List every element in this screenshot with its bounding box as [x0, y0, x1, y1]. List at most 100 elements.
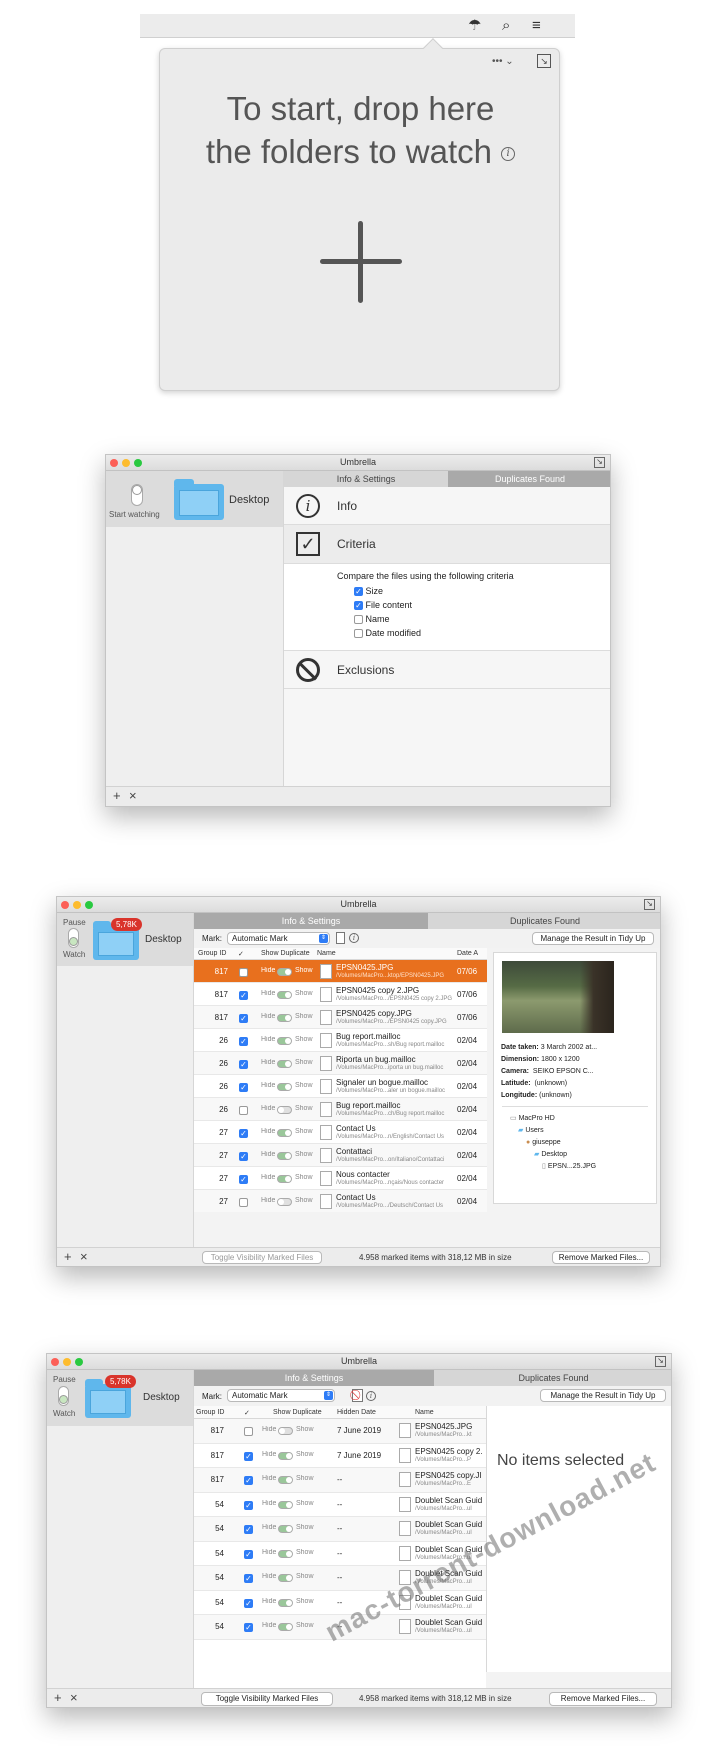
tab-duplicates-found[interactable]: Duplicates Found — [428, 913, 660, 929]
col-show-duplicate[interactable]: Show Duplicate — [273, 1409, 322, 1416]
watch-toggle[interactable] — [131, 484, 143, 506]
size-checkbox[interactable]: ✓ — [354, 587, 363, 597]
minimize-window-button[interactable] — [122, 459, 130, 467]
tab-duplicates-found[interactable]: Duplicates Found — [434, 1370, 671, 1386]
table-row[interactable]: 27 Hide Show Contact Us/Volumes/MacPro.../D… — [194, 1190, 487, 1212]
remove-marked-files-button[interactable]: Remove Marked Files... — [552, 1251, 650, 1264]
add-button[interactable]: + — [54, 1691, 62, 1705]
file-name-cell[interactable]: EPSN0425 copy 2.JPG/Volumes/MacPro.../EP… — [336, 986, 466, 1004]
col-checked[interactable]: ✓ — [238, 950, 244, 958]
tab-info-settings[interactable]: Info & Settings — [194, 1370, 434, 1386]
file-name-cell[interactable]: Doublet Scan Guid/Volumes/MacPro...ul — [415, 1618, 485, 1636]
file-name-cell[interactable]: Doublet Scan Guid/Volumes/MacPro...ul — [415, 1520, 485, 1538]
remove-button[interactable]: × — [80, 1250, 88, 1264]
table-row[interactable]: 817 ✓ Hide Show EPSN0425 copy.JPG/Volumes/Ma… — [194, 1006, 487, 1029]
table-row[interactable]: 817 Hide Show EPSN0425.JPG/Volumes/MacPro..… — [194, 960, 487, 983]
mark-checkbox[interactable]: ✓ — [239, 991, 248, 1000]
tree-desktop[interactable]: Desktop — [541, 1151, 567, 1158]
minimize-window-button[interactable] — [73, 901, 81, 909]
mark-checkbox[interactable]: ✓ — [244, 1476, 253, 1485]
toggle-visibility-button[interactable]: Toggle Visibility Marked Files — [201, 1692, 333, 1706]
table-row[interactable]: 817 ✓ Hide Show -- EPSN0425 copy.JI/Volumes/M… — [194, 1468, 486, 1493]
minimize-window-button[interactable] — [63, 1358, 71, 1366]
mark-checkbox[interactable] — [244, 1427, 253, 1436]
hidden-document-icon[interactable]: ⃠ — [352, 1389, 363, 1402]
table-row[interactable]: 54 ✓ Hide Show -- Doublet Scan Guid/Volumes/M… — [194, 1517, 486, 1542]
col-name[interactable]: Name — [415, 1409, 434, 1416]
file-name-cell[interactable]: Nous contacter/Volumes/MacPro...nçais/No… — [336, 1170, 466, 1188]
visibility-toggle[interactable] — [278, 1623, 293, 1631]
file-name-cell[interactable]: Riporta un bug.mailloc/Volumes/MacPro...… — [336, 1055, 466, 1073]
tree-users[interactable]: Users — [525, 1127, 543, 1134]
tree-drive[interactable]: MacPro HD — [519, 1115, 555, 1122]
visibility-toggle[interactable] — [277, 1037, 292, 1045]
visibility-toggle[interactable] — [277, 1175, 292, 1183]
close-window-button[interactable] — [51, 1358, 59, 1366]
watch-toggle[interactable] — [68, 928, 79, 948]
col-group-id[interactable]: Group ID — [196, 1409, 224, 1416]
mark-select[interactable]: Automatic Mark ⇕ — [227, 1389, 335, 1402]
col-name[interactable]: Name — [317, 950, 336, 957]
mark-checkbox[interactable]: ✓ — [239, 1152, 248, 1161]
close-window-button[interactable] — [61, 901, 69, 909]
mark-checkbox[interactable]: ✓ — [239, 1060, 248, 1069]
file-name-cell[interactable]: Contact Us/Volumes/MacPro.../Deutsch/Con… — [336, 1193, 466, 1211]
add-button[interactable]: + — [113, 789, 121, 803]
visibility-toggle[interactable] — [278, 1451, 293, 1460]
visibility-toggle[interactable] — [277, 1152, 292, 1160]
document-icon[interactable] — [336, 932, 345, 944]
tab-info-settings[interactable]: Info & Settings — [194, 913, 428, 929]
visibility-toggle[interactable] — [278, 1476, 293, 1484]
mark-checkbox[interactable] — [239, 968, 248, 977]
col-date[interactable]: Date A — [457, 950, 478, 957]
umbrella-icon[interactable]: ☂ — [468, 17, 481, 35]
toggle-visibility-button[interactable]: Toggle Visibility Marked Files — [202, 1251, 322, 1264]
list-icon[interactable]: ≡ — [532, 17, 541, 35]
detach-icon[interactable]: ↘ — [655, 1356, 666, 1367]
visibility-toggle[interactable] — [278, 1598, 293, 1607]
mark-checkbox[interactable]: ✓ — [244, 1549, 253, 1559]
mark-checkbox[interactable]: ✓ — [244, 1623, 253, 1632]
mark-checkbox[interactable]: ✓ — [239, 1083, 248, 1092]
mark-select[interactable]: Automatic Mark ⇕ — [227, 932, 330, 945]
table-row[interactable]: 26 ✓ Hide Show Signaler un bogue.mailloc/Vol… — [194, 1075, 487, 1098]
info-icon[interactable]: i — [349, 933, 359, 943]
criteria-file-content[interactable]: ✓ File content — [354, 600, 412, 611]
close-window-button[interactable] — [110, 459, 118, 467]
zoom-window-button[interactable] — [134, 459, 142, 467]
col-hidden-date[interactable]: Hidden Date — [337, 1409, 376, 1416]
detach-icon[interactable]: ↘ — [594, 457, 605, 468]
col-group-id[interactable]: Group ID — [198, 950, 226, 957]
watched-folder-item[interactable]: Start watching Desktop — [106, 471, 283, 527]
table-row[interactable]: 26 ✓ Hide Show Riporta un bug.mailloc/Volume… — [194, 1052, 487, 1075]
file-name-cell[interactable]: EPSN0425 copy 2./Volumes/MacPro...P — [415, 1447, 485, 1465]
criteria-size[interactable]: ✓ Size — [354, 586, 383, 597]
file-name-cell[interactable]: Signaler un bogue.mailloc/Volumes/MacPro… — [336, 1078, 466, 1096]
table-row[interactable]: 817 Hide Show 7 June 2019 EPSN0425.JPG/Volum… — [194, 1419, 486, 1444]
table-row[interactable]: 26 ✓ Hide Show Bug report.mailloc/Volumes/Ma… — [194, 1029, 487, 1052]
visibility-toggle[interactable] — [278, 1574, 293, 1582]
detach-icon[interactable]: ↘ — [537, 54, 551, 68]
watch-toggle[interactable] — [58, 1386, 69, 1406]
zoom-window-button[interactable] — [75, 1358, 83, 1366]
tree-file[interactable]: EPSN...25.JPG — [548, 1163, 596, 1170]
name-checkbox[interactable] — [354, 615, 363, 625]
mark-checkbox[interactable]: ✓ — [239, 1129, 248, 1138]
visibility-toggle[interactable] — [277, 991, 292, 999]
table-row[interactable]: 54 ✓ Hide Show -- Doublet Scan Guid/Volumes/M… — [194, 1492, 486, 1517]
visibility-toggle[interactable] — [277, 1060, 292, 1068]
detach-icon[interactable]: ↘ — [644, 899, 655, 910]
criteria-date-modified[interactable]: Date modified — [354, 628, 421, 639]
file-name-cell[interactable]: Doublet Scan Guid/Volumes/MacPro...ul — [415, 1496, 485, 1514]
visibility-toggle[interactable] — [277, 1083, 292, 1091]
more-menu-button[interactable]: ••• ⌄ — [492, 56, 514, 67]
info-icon[interactable]: i — [501, 147, 516, 162]
file-name-cell[interactable]: EPSN0425.JPG/Volumes/MacPro...kt — [415, 1422, 485, 1440]
visibility-toggle[interactable] — [278, 1525, 293, 1533]
mark-checkbox[interactable]: ✓ — [244, 1451, 253, 1461]
info-icon[interactable]: i — [366, 1391, 376, 1401]
table-row[interactable]: 27 ✓ Hide Show Contattaci/Volumes/MacPro...o… — [194, 1144, 487, 1167]
table-row[interactable]: 26 Hide Show Bug report.mailloc/Volumes/Mac… — [194, 1098, 487, 1121]
mark-checkbox[interactable] — [239, 1198, 248, 1207]
zoom-window-button[interactable] — [85, 901, 93, 909]
